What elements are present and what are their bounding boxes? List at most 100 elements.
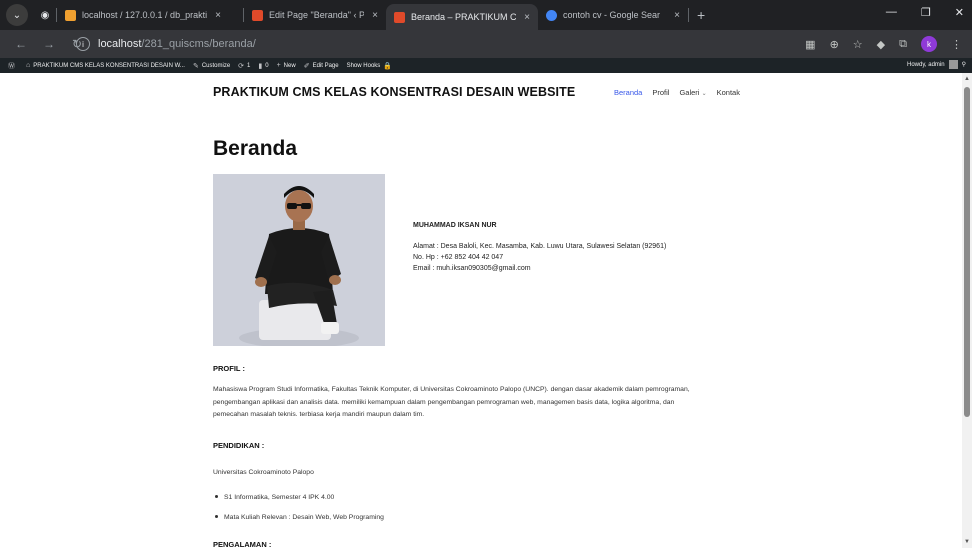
profile-avatar[interactable]: k: [921, 36, 937, 52]
admin-avatar: [948, 60, 958, 69]
person-photo-illustration: [213, 174, 385, 346]
bullet-icon: [215, 515, 218, 518]
adminbar-updates-count: 1: [247, 62, 251, 69]
nav-item-galeri-label: Galeri: [679, 88, 700, 97]
tab-title: contoh cv - Google Search: [563, 10, 661, 20]
nav-item-beranda[interactable]: Beranda: [614, 88, 642, 97]
person-phone: No. Hp : +62 852 404 42 047: [413, 254, 504, 261]
profile-photo: [213, 174, 385, 346]
adminbar-updates[interactable]: ⟳ 1: [238, 62, 250, 70]
tab-phpmyadmin[interactable]: localhost / 127.0.0.1 / db_prakti ×: [57, 4, 243, 26]
tab-edit-page[interactable]: Edit Page "Beranda" ‹ PRAKTIK ×: [244, 4, 386, 26]
adminbar-customize[interactable]: ✎ Customize: [193, 62, 230, 70]
nav-item-profil[interactable]: Profil: [652, 88, 669, 97]
restore-icon[interactable]: ❐: [921, 6, 931, 19]
person-name: MUHAMMAD IKSAN NUR: [413, 222, 497, 229]
profil-heading: PROFIL :: [213, 364, 245, 373]
list-item-text: S1 Informatika, Semester 4 IPK 4.00: [224, 494, 335, 501]
site-title[interactable]: PRAKTIKUM CMS KELAS KONSENTRASI DESAIN W…: [213, 85, 575, 99]
google-favicon-icon: [546, 9, 557, 21]
tab-close-icon[interactable]: ×: [372, 10, 378, 21]
back-icon[interactable]: ←: [14, 37, 28, 51]
site-info-icon[interactable]: i: [76, 37, 90, 51]
scroll-up-icon[interactable]: ▲: [964, 76, 970, 82]
home-icon: ⌂: [26, 62, 31, 69]
brush-icon: ✎: [192, 62, 199, 70]
site-favicon-icon: [252, 9, 263, 21]
address-bar[interactable]: i localhost/281_quiscms/beranda/: [76, 33, 786, 55]
extension-icon[interactable]: ◆: [877, 38, 885, 51]
person-email: Email : muh.iksan090305@gmail.com: [413, 265, 531, 272]
updates-icon: ⟳: [238, 62, 245, 70]
profil-line: pengembangan aplikasi dan analisis data.…: [213, 398, 675, 406]
tab-strip: ⌄ ◉ localhost / 127.0.0.1 / db_prakti × …: [0, 0, 972, 30]
tab-close-icon[interactable]: ×: [215, 10, 221, 21]
page-title: Beranda: [213, 137, 298, 160]
list-item: Mata Kuliah Relevan : Desain Web, Web Pr…: [213, 514, 384, 521]
browser-toolbar: ← → ↻ i localhost/281_quiscms/beranda/ ▦…: [0, 30, 972, 58]
bullet-icon: [215, 495, 218, 498]
adminbar-edit-page-label: Edit Page: [312, 62, 339, 69]
translate-icon[interactable]: ▦: [805, 38, 815, 51]
adminbar-show-hooks[interactable]: Show Hooks 🔒: [347, 62, 395, 70]
pendidikan-institution: Universitas Cokroaminoto Palopo: [213, 469, 314, 476]
nav-item-galeri[interactable]: Galeri ⌄: [679, 88, 706, 97]
adminbar-howdy: Howdy, admin: [907, 61, 945, 68]
url-path: /281_quiscms/beranda/: [141, 38, 256, 50]
chevron-down-icon: ⌄: [701, 91, 707, 97]
profil-line: pemecahan masalah teknis. terbiasa kerja…: [213, 411, 425, 418]
list-item-text: Mata Kuliah Relevan : Desain Web, Web Pr…: [224, 514, 384, 521]
tab-close-icon[interactable]: ×: [674, 10, 680, 21]
menu-kebab-icon[interactable]: ⋮: [951, 38, 962, 51]
adminbar-show-hooks-label: Show Hooks: [346, 62, 381, 69]
profil-line: Mahasiswa Program Studi Informatika, Fak…: [213, 386, 690, 393]
plus-icon: +: [276, 62, 281, 69]
page-scrollbar[interactable]: ▲ ▼: [962, 73, 972, 548]
adminbar-site-name[interactable]: ⌂ PRAKTIKUM CMS KELAS KONSENTRASI DESAIN …: [26, 62, 185, 69]
extensions-puzzle-icon[interactable]: ⧉: [899, 38, 907, 51]
pendidikan-heading: PENDIDIKAN :: [213, 441, 265, 450]
profil-paragraph: Mahasiswa Program Studi Informatika, Fak…: [213, 384, 753, 422]
url-host: localhost: [98, 38, 142, 50]
tab-google-search[interactable]: contoh cv - Google Search ×: [538, 4, 688, 26]
window-controls: — ❐ ✕: [886, 6, 964, 19]
adminbar-customize-label: Customize: [201, 62, 231, 69]
adminbar-search-icon[interactable]: ⚲: [962, 61, 966, 68]
page-viewport: PRAKTIKUM CMS KELAS KONSENTRASI DESAIN W…: [0, 73, 962, 548]
wp-logo-icon[interactable]: Ⓦ: [8, 61, 18, 71]
new-tab-button[interactable]: +: [697, 7, 705, 23]
tab-title: Edit Page "Beranda" ‹ PRAKTIK: [269, 10, 365, 20]
person-address: Alamat : Desa Baloli, Kec. Masamba, Kab.…: [413, 243, 667, 250]
scrollbar-thumb[interactable]: [964, 87, 970, 417]
close-window-icon[interactable]: ✕: [955, 6, 964, 19]
adminbar-comments-count: 0: [265, 62, 269, 69]
zoom-icon[interactable]: ⊕: [830, 38, 839, 51]
adminbar-new-label: New: [283, 62, 296, 69]
site-favicon-icon: [394, 11, 405, 23]
pengalaman-heading: PENGALAMAN :: [213, 540, 272, 548]
adminbar-new[interactable]: + New: [277, 62, 296, 69]
adminbar-edit-page[interactable]: ✐ Edit Page: [304, 62, 339, 70]
bookmark-star-icon[interactable]: ☆: [853, 38, 863, 51]
nav-item-kontak[interactable]: Kontak: [717, 88, 740, 97]
adminbar-comments[interactable]: ▮ 0: [258, 62, 268, 70]
tab-divider: [688, 8, 689, 22]
pencil-icon: ✐: [303, 62, 310, 70]
scroll-down-icon[interactable]: ▼: [964, 539, 970, 545]
tab-close-icon[interactable]: ×: [524, 12, 530, 23]
tab-search-button[interactable]: ⌄: [6, 4, 28, 26]
wp-admin-bar: Ⓦ ⌂ PRAKTIKUM CMS KELAS KONSENTRASI DESAI…: [0, 58, 972, 73]
adminbar-account[interactable]: Howdy, admin ⚲: [907, 60, 966, 69]
list-item: S1 Informatika, Semester 4 IPK 4.00: [213, 494, 334, 501]
adminbar-site-name-label: PRAKTIKUM CMS KELAS KONSENTRASI DESAIN W…: [33, 62, 185, 69]
comment-icon: ▮: [258, 62, 263, 70]
site-nav: Beranda Profil Galeri ⌄ Kontak: [614, 88, 740, 97]
forward-icon[interactable]: →: [42, 37, 56, 51]
tab-beranda[interactable]: Beranda – PRAKTIKUM CMS KE ×: [386, 4, 538, 30]
toolbar-actions: ▦ ⊕ ☆ ◆ ⧉ k ⋮: [805, 36, 962, 52]
minimize-icon[interactable]: —: [886, 6, 897, 19]
chrome-icon: ◉: [40, 9, 50, 21]
lock-icon: 🔒: [383, 62, 392, 70]
phpmyadmin-favicon-icon: [65, 9, 76, 21]
tab-title: localhost / 127.0.0.1 / db_prakti: [82, 10, 208, 20]
